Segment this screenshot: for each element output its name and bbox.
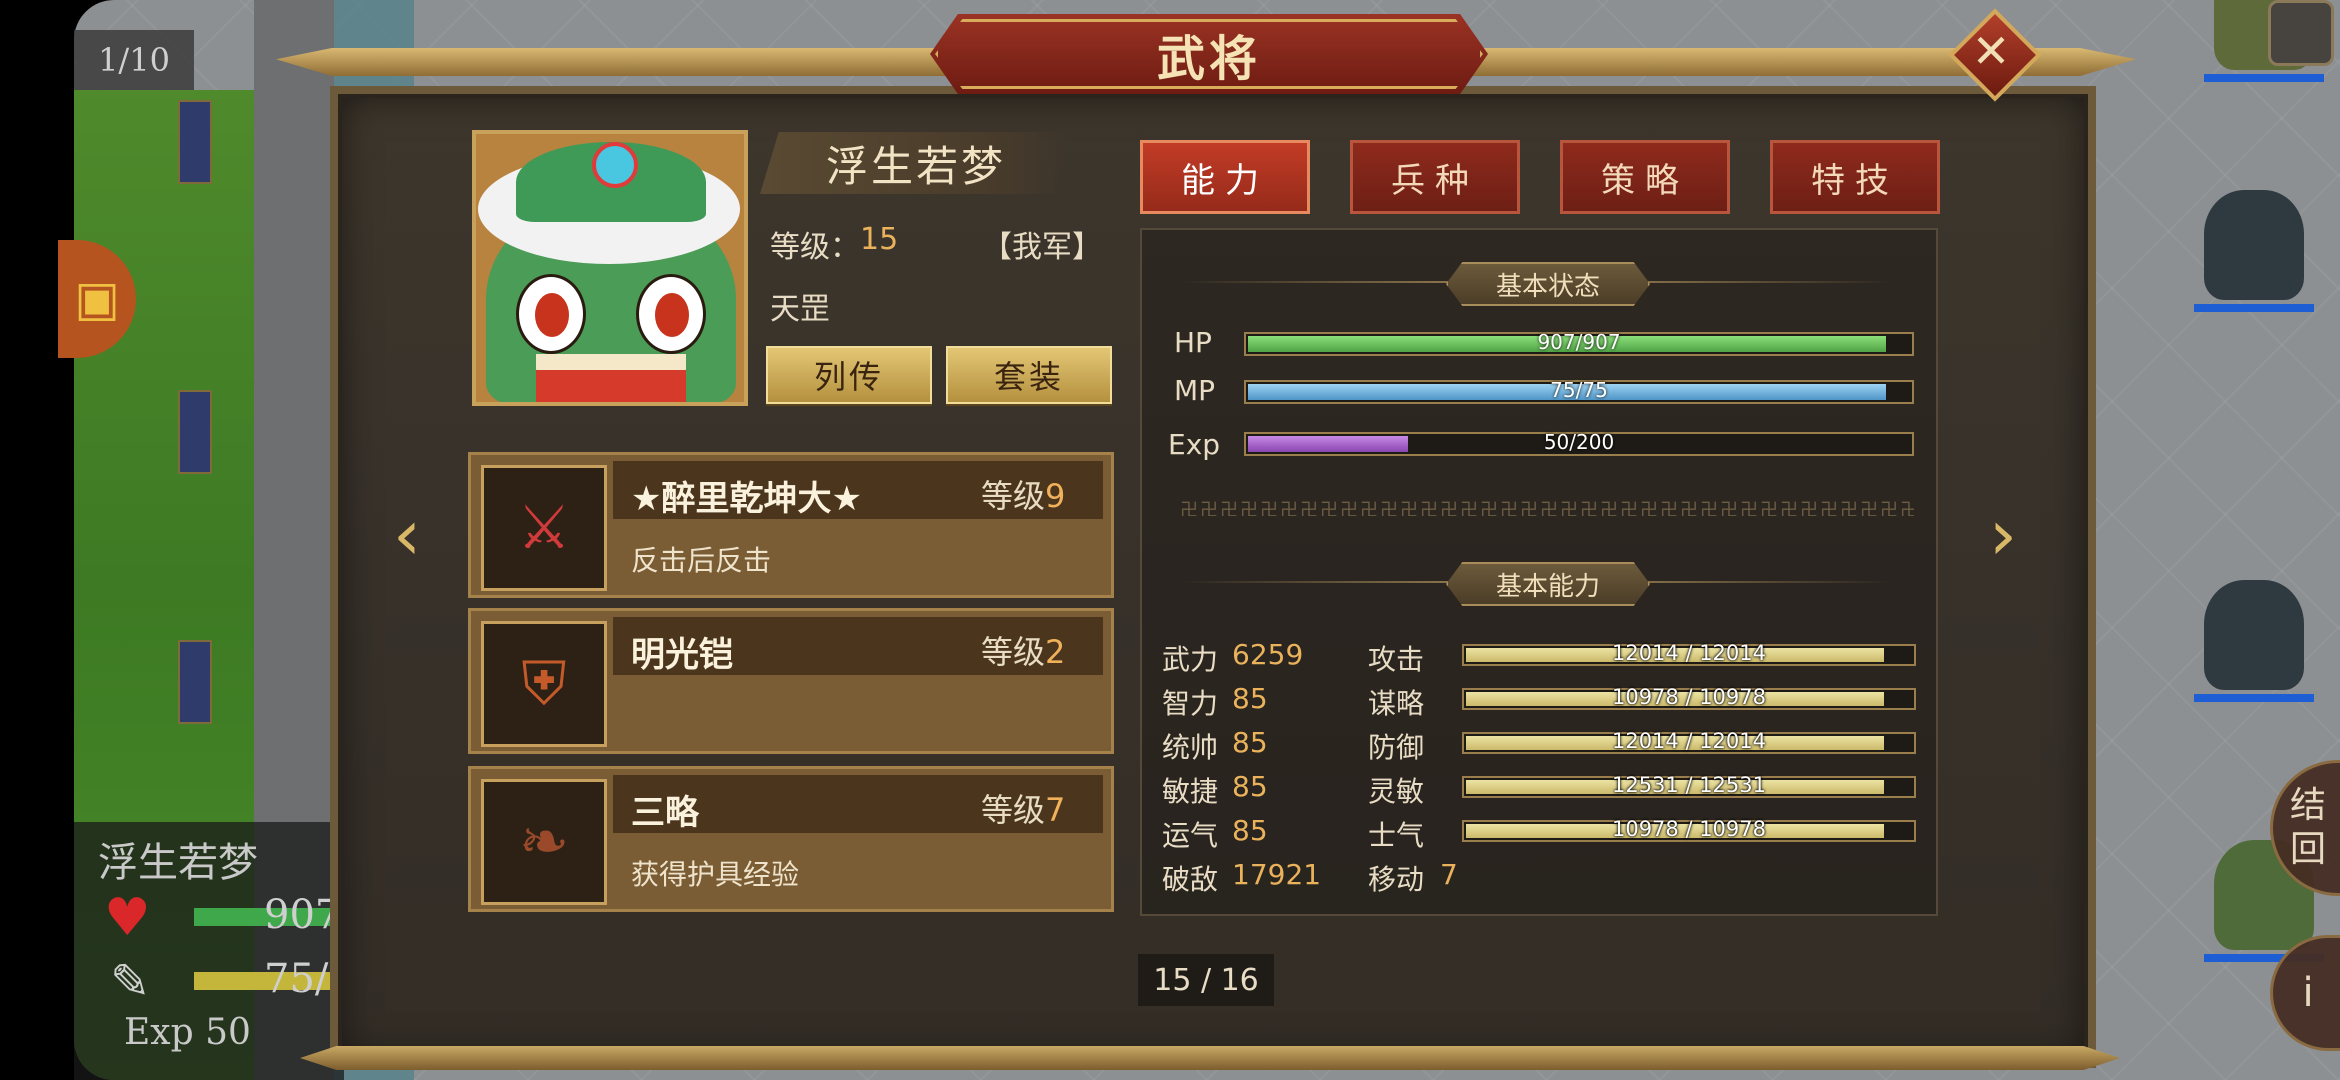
decorative-fret-border: 卍卍卍卍卍卍卍卍卍卍卍卍卍卍卍卍卍卍卍卍卍卍卍卍卍卍卍卍卍卍卍卍卍卍卍卍卍 [1180,500,1914,516]
attribute-value: 85 [1232,770,1268,803]
attribute-value: 6259 [1232,638,1304,671]
close-icon: ✕ [1971,24,2011,78]
tab-strategy[interactable]: 策略 [1560,140,1730,214]
banner-icon [178,640,212,724]
combat-stat-bar: 12531 / 12531 [1462,773,1916,798]
hp-value: 907/907 [1537,330,1621,354]
equipment-level: 等级2 [981,633,1066,671]
close-button[interactable]: ✕ [1948,8,2042,102]
equipment-level: 等级7 [981,791,1066,829]
attribute-name: 运气 [1162,819,1219,852]
hp-label: HP [1174,326,1212,359]
exp-label: Exp [1168,428,1221,461]
unit-status-hud: 浮生若梦 ♥ 907 ✎ 75/ Exp 50 [74,822,374,1080]
attribute-name: 统帅 [1162,731,1219,764]
combat-stat-name: 士气 [1368,819,1425,852]
weapon-icon: ⚔ [481,465,607,591]
equipment-card-weapon[interactable]: ⚔ ★醉里乾坤大★ 等级9 反击后反击 [468,452,1114,598]
tab-troop-type[interactable]: 兵种 [1350,140,1520,214]
combat-stat-name: 防御 [1368,731,1425,764]
combat-stat-bar: 12014 / 12014 [1462,729,1916,754]
general-title: 天罡 [770,292,830,327]
tab-ability[interactable]: 能力 [1140,140,1310,214]
combat-stat-name: 攻击 [1368,643,1425,676]
attribute-name: 智力 [1162,687,1219,720]
equipment-description: 获得护具经验 [631,858,800,891]
tab-special-skill[interactable]: 特技 [1770,140,1940,214]
basic-ability-title: 基本能力 [1446,562,1650,606]
level-label: 等级： [770,230,860,265]
general-name-plate: 浮生若梦 [760,132,1072,194]
hp-bar: 907/907 [1244,330,1914,356]
equipment-level: 等级9 [981,477,1066,515]
mp-label: MP [1174,374,1216,407]
combat-stat-bar: 12014 / 12014 [1462,641,1916,666]
attribute-value: 85 [1232,726,1268,759]
scroll-icon: ❧ [481,779,607,905]
biography-button[interactable]: 列传 [766,346,932,404]
move-stat-name: 移动 [1368,863,1425,896]
attribute-name: 敏捷 [1162,775,1219,808]
hud-unit-name: 浮生若梦 [98,840,258,886]
mp-bar: 75/75 [1244,378,1914,404]
turn-counter: 1/10 [74,30,194,90]
heart-icon: ♥ [104,888,151,948]
exp-value: 50/200 [1543,430,1615,454]
attribute-name: 武力 [1162,643,1219,676]
hud-exp: Exp 50 [124,1012,251,1053]
panel-bottom-rail [300,1046,2120,1070]
hud-hp-value: 907 [264,892,341,938]
mp-value: 75/75 [1550,378,1608,402]
page-indicator: 15 / 16 [1138,954,1274,1006]
gear-set-button[interactable]: 套装 [946,346,1112,404]
equipment-card-book[interactable]: ❧ 三略 等级7 获得护具经验 [468,766,1114,912]
menu-icon[interactable] [2268,0,2334,66]
equipment-name: ★醉里乾坤大★ [631,479,862,519]
equipment-name: 明光铠 [631,635,733,675]
panel-title: 武将 [1156,31,1261,87]
combat-stat-bar: 10978 / 10978 [1462,685,1916,710]
combat-stat-name: 灵敏 [1368,775,1425,808]
move-stat-value: 7 [1440,858,1458,891]
basic-status-title: 基本状态 [1446,262,1650,306]
level-value: 15 [860,222,899,257]
panel-title-plate: 武将 [930,14,1488,94]
next-general-arrow-icon[interactable]: › [1976,494,2030,576]
combat-stat-bar: 10978 / 10978 [1462,817,1916,842]
hud-mp-value: 75/ [264,956,329,1002]
enemy-unit[interactable] [2194,190,2314,312]
banner-icon [178,100,212,184]
equipment-card-armor[interactable]: ⛨ 明光铠 等级2 [468,608,1114,754]
general-portrait [472,130,748,406]
enemy-unit[interactable] [2194,580,2314,702]
attribute-value: 85 [1232,814,1268,847]
previous-general-arrow-icon[interactable]: ‹ [380,494,434,576]
equipment-name: 三略 [631,793,699,833]
feather-icon: ✎ [110,954,151,1010]
equipment-description: 反击后反击 [631,544,772,577]
attribute-value: 17921 [1232,858,1322,891]
faction-label: 【我军】 [982,230,1102,265]
general-name: 浮生若梦 [825,141,1006,191]
attribute-name: 破敌 [1162,863,1219,896]
combat-stat-name: 谋略 [1368,687,1425,720]
banner-icon [178,390,212,474]
attribute-value: 85 [1232,682,1268,715]
armor-icon: ⛨ [481,621,607,747]
exp-bar: 50/200 [1244,430,1914,456]
